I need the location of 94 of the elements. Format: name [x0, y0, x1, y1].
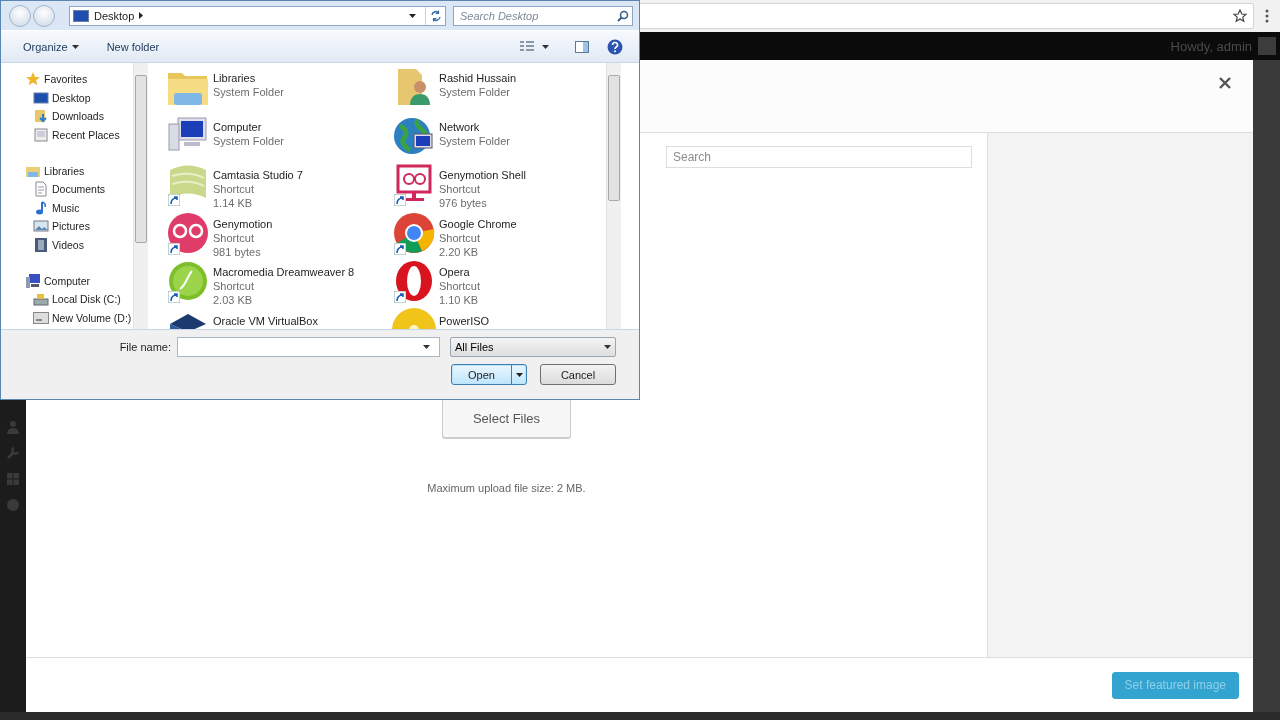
- file-name: Network: [439, 119, 481, 134]
- nav-item[interactable]: Libraries: [1, 161, 133, 180]
- file-name: Genymotion Shell: [439, 168, 526, 182]
- file-size: 1.10 KB: [439, 293, 480, 307]
- file-name: Macromedia Dreamweaver 8: [213, 265, 355, 279]
- file-size: 2.20 KB: [439, 244, 480, 259]
- file-name-field[interactable]: [177, 337, 440, 357]
- dialog-button[interactable]: Cancel: [540, 364, 616, 385]
- location-crumb[interactable]: Desktop: [94, 9, 135, 22]
- file-size: 1.14 KB: [213, 196, 254, 210]
- file-name: Computer: [213, 119, 263, 134]
- file-name: Rashid Hussain: [439, 71, 517, 85]
- file-size: 976 bytes: [439, 196, 488, 210]
- scrollbar[interactable]: [133, 63, 148, 329]
- chevron-icon: [139, 12, 144, 19]
- search-field[interactable]: Search Desktop: [453, 5, 633, 26]
- avatar: [1258, 37, 1276, 55]
- caret-icon: [604, 345, 611, 349]
- monitor-icon: [73, 9, 89, 22]
- nav-item[interactable]: Desktop: [1, 88, 133, 108]
- caret-icon: [423, 345, 430, 349]
- file-name: Opera: [439, 265, 471, 279]
- star-icon: [25, 71, 41, 88]
- clock-window-icon: [33, 127, 49, 144]
- caret-icon: [408, 13, 416, 18]
- disk-drive-icon: [33, 309, 49, 326]
- wrench-icon: [6, 446, 20, 460]
- file-name-label: File name:: [118, 341, 171, 353]
- file-name: Libraries: [213, 71, 257, 85]
- music-note-icon: [33, 199, 49, 216]
- file-type: System Folder: [213, 133, 284, 148]
- file-name: Google Chrome: [439, 216, 517, 231]
- nav-item[interactable]: Downloads: [1, 107, 133, 126]
- file-name: Oracle VM VirtualBox: [213, 313, 318, 328]
- file-type: Shortcut: [439, 230, 481, 245]
- nav-item[interactable]: Favorites: [1, 70, 133, 89]
- select-files-button[interactable]: Select Files: [442, 398, 571, 438]
- file-type: Shortcut: [439, 182, 481, 196]
- list-icon: [520, 40, 534, 53]
- file-type: System Folder: [439, 133, 510, 148]
- file-name: Camtasia Studio 7: [213, 168, 303, 182]
- toolbar-button[interactable]: New folder: [98, 37, 168, 56]
- file-type: Shortcut: [439, 279, 480, 293]
- monitor-icon: [33, 89, 49, 106]
- nav-item[interactable]: Local Disk (C:): [1, 289, 133, 309]
- nav-item[interactable]: Pictures: [1, 217, 133, 236]
- caret-icon: [542, 44, 549, 49]
- upload-limit-text: Maximum upload file size: 2 MB.: [427, 482, 586, 494]
- nav-item[interactable]: Recent Places: [1, 125, 133, 145]
- file-type: Shortcut: [213, 230, 255, 245]
- forward-button[interactable]: [33, 4, 55, 27]
- file-name: PowerISO: [439, 313, 490, 328]
- toolbar-button[interactable]: Organize: [15, 37, 87, 56]
- circle-icon: [6, 498, 20, 512]
- grid-icon: [6, 472, 20, 486]
- file-type: Shortcut: [213, 279, 255, 293]
- star-icon: [1233, 9, 1247, 23]
- back-button[interactable]: [9, 4, 31, 27]
- nav-item[interactable]: Videos: [1, 235, 133, 255]
- file-type-dropdown[interactable]: All Files: [450, 337, 616, 357]
- shortcut-arrow-icon: [394, 194, 406, 206]
- swirl-circle-icon: [166, 259, 210, 303]
- preview-pane-icon: [575, 40, 589, 53]
- caret-icon: [71, 44, 79, 49]
- dialog-button[interactable]: Open: [451, 364, 527, 385]
- nav-item[interactable]: Documents: [1, 179, 133, 199]
- caret-icon: [515, 372, 523, 377]
- refresh-icon: [429, 9, 442, 22]
- shortcut-arrow-icon: [168, 291, 180, 303]
- file-type: Shortcut: [213, 182, 255, 196]
- search-icon: [617, 9, 629, 22]
- nav-item[interactable]: Computer: [1, 271, 133, 290]
- file-size: 2.03 KB: [213, 293, 254, 307]
- nav-item[interactable]: New Volume (D:): [1, 308, 133, 328]
- user-icon: [6, 420, 20, 434]
- file-size: 981 bytes: [213, 244, 262, 259]
- nav-item[interactable]: Music: [1, 198, 133, 218]
- shortcut-arrow-icon: [394, 291, 406, 303]
- download-folder-icon: [33, 108, 49, 125]
- picture-icon: [33, 218, 49, 235]
- chrome-icon: [392, 210, 436, 255]
- address-field[interactable]: Desktop: [69, 5, 446, 26]
- film-icon: [33, 237, 49, 254]
- file-type: System Folder: [439, 85, 511, 99]
- file-name: Genymotion: [213, 216, 273, 231]
- two-rings-icon: [166, 210, 210, 255]
- computer-icon: [25, 272, 41, 289]
- scrollbar[interactable]: [606, 63, 621, 329]
- help-icon: [607, 38, 623, 55]
- shortcut-arrow-icon: [168, 194, 180, 206]
- file-type: System Folder: [213, 85, 284, 99]
- disk-drive-icon: [33, 291, 49, 308]
- greeting: Howdy, admin: [1170, 38, 1252, 54]
- document-icon: [33, 181, 49, 198]
